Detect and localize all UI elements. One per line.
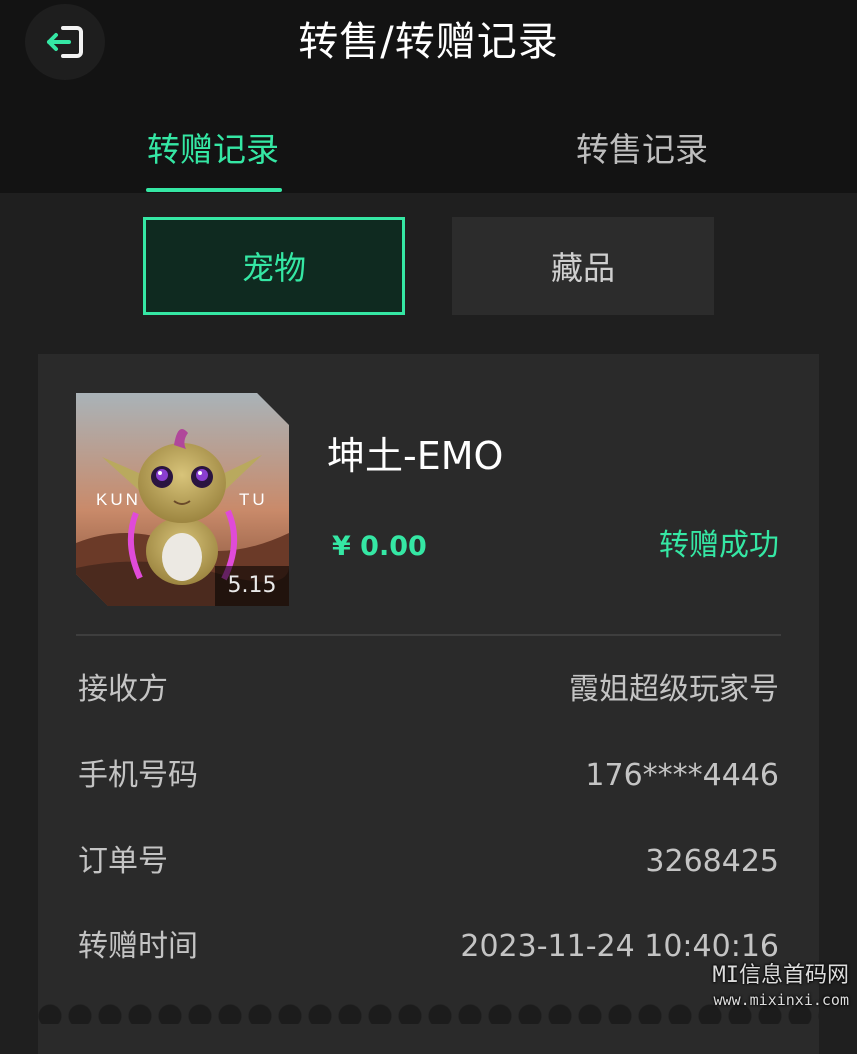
status-badge: 转赠成功 (659, 528, 779, 563)
segment-pets[interactable]: 宠物 (143, 217, 405, 315)
item-name: 坤土-EMO (327, 434, 504, 478)
watermark: MI信息首码网 www.mixinxi.com (713, 962, 850, 1010)
phone-label: 手机号码 (78, 758, 198, 793)
order-number-value: 3268425 (645, 844, 779, 879)
thumb-text-right: TU (239, 490, 268, 509)
page-title: 转售/转赠记录 (298, 19, 559, 65)
order-number-label: 订单号 (78, 844, 168, 879)
card-scallop-edge (38, 990, 819, 1024)
receiver-label: 接收方 (78, 672, 168, 707)
active-tab-indicator (146, 188, 282, 192)
segment-collectibles[interactable]: 藏品 (452, 217, 714, 315)
tab-gift-records[interactable]: 转赠记录 (147, 125, 279, 175)
item-price: ¥ 0.00 (332, 531, 427, 562)
watermark-title: MI信息首码网 (712, 963, 850, 988)
thumb-badge: 5.15 (215, 566, 289, 606)
gift-time-label: 转赠时间 (78, 929, 198, 964)
thumb-text-left: KUN (96, 490, 141, 509)
receiver-value: 霞姐超级玩家号 (569, 672, 779, 707)
watermark-url: www.mixinxi.com (713, 991, 849, 1009)
phone-value: 176****4446 (585, 758, 779, 793)
divider (76, 634, 781, 636)
item-thumbnail: KUN TU 5.15 (76, 393, 289, 606)
tab-sale-records[interactable]: 转售记录 (576, 125, 708, 175)
